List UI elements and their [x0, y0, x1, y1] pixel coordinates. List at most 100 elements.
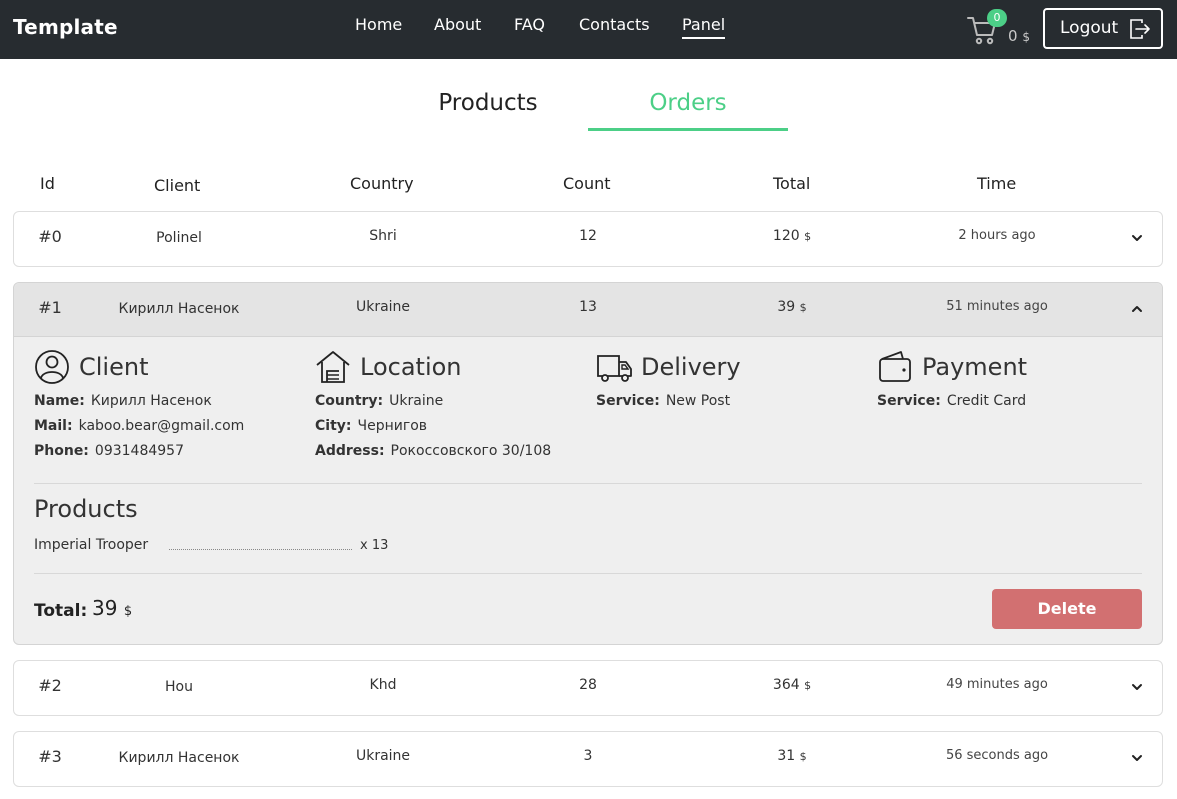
order-row-0: #0 Polinel Shri 12 120 $ 2 hours ago: [13, 211, 1163, 267]
products-section-title: Products: [34, 495, 138, 523]
client-mail-row: Mail: kaboo.bear@gmail.com: [34, 418, 244, 434]
order-row-toggle[interactable]: #2 Hou Khd 28 364 $ 49 minutes ago: [14, 661, 1162, 715]
divider: [34, 483, 1142, 484]
nav-panel[interactable]: Panel: [682, 15, 726, 39]
client-section-title: Client: [79, 353, 149, 381]
product-leader-dots: [169, 549, 352, 550]
order-total-currency: $: [804, 230, 812, 243]
order-country: Ukraine: [355, 748, 411, 764]
location-city-label: City:: [315, 418, 352, 434]
order-id: #3: [38, 747, 62, 766]
order-row-2: #2 Hou Khd 28 364 $ 49 minutes ago: [13, 660, 1163, 716]
order-row-toggle[interactable]: #3 Кирилл Насенок Ukraine 3 31 $ 56 seco…: [14, 732, 1162, 786]
delivery-service-label: Service:: [596, 393, 660, 409]
order-count: 13: [579, 299, 597, 315]
order-row-toggle[interactable]: #1 Кирилл Насенок Ukraine 13 39 $ 51 min…: [14, 283, 1162, 337]
order-row-toggle[interactable]: #0 Polinel Shri 12 120 $ 2 hours ago: [14, 212, 1162, 266]
client-name-value: Кирилл Насенок: [90, 393, 212, 409]
truck-icon: [597, 355, 632, 382]
top-navbar: Template Home About FAQ Contacts Panel 0…: [0, 0, 1177, 59]
nav-faq[interactable]: FAQ: [514, 15, 545, 35]
order-id: #1: [38, 298, 62, 317]
order-country: Khd: [369, 677, 397, 693]
product-quantity: x 13: [360, 538, 389, 553]
order-time: 2 hours ago: [958, 228, 1036, 243]
location-city-row: City: Чернигов: [315, 418, 427, 434]
order-total-currency: $: [799, 301, 807, 314]
payment-service-row: Service: Credit Card: [877, 393, 1026, 409]
location-country-row: Country: Ukraine: [315, 393, 443, 409]
delivery-service-row: Service: New Post: [596, 393, 730, 409]
chevron-up-icon[interactable]: [1131, 303, 1143, 315]
column-header-total: Total: [773, 174, 811, 193]
order-client: Кирилл Насенок: [118, 301, 240, 317]
cart-currency: $: [1022, 30, 1030, 44]
client-phone-value: 0931484957: [94, 443, 184, 459]
chevron-down-icon[interactable]: [1131, 752, 1143, 764]
location-section-header: Location: [315, 349, 462, 385]
product-name: Imperial Trooper: [34, 537, 149, 553]
order-time: 56 seconds ago: [945, 748, 1049, 763]
column-header-client: Client: [154, 176, 201, 195]
order-total-amount: 39 $: [92, 596, 132, 620]
order-row-1: #1 Кирилл Насенок Ukraine 13 39 $ 51 min…: [13, 282, 1163, 645]
order-total-value: 39: [777, 299, 796, 315]
payment-section-title: Payment: [922, 353, 1028, 381]
cart-total: 0 $: [1008, 27, 1030, 45]
order-count: 28: [579, 677, 597, 693]
order-total-value: 31: [777, 748, 796, 764]
location-address-label: Address:: [315, 443, 385, 459]
order-total: 364 $: [773, 677, 811, 693]
payment-section-header: Payment: [877, 349, 1027, 385]
order-total-amount-value: 39: [92, 596, 118, 620]
logout-icon: [1130, 19, 1150, 39]
delivery-service-value: New Post: [665, 393, 731, 409]
payment-service-value: Credit Card: [946, 393, 1027, 409]
order-id: #2: [38, 676, 62, 695]
wallet-icon: [879, 351, 911, 382]
client-name-row: Name: Кирилл Насенок: [34, 393, 212, 409]
tab-products[interactable]: Products: [388, 90, 588, 131]
order-country: Shri: [369, 228, 397, 244]
delivery-section-title: Delivery: [641, 353, 741, 381]
column-header-count: Count: [563, 174, 611, 193]
order-count: 3: [583, 748, 593, 764]
client-mail-label: Mail:: [34, 418, 73, 434]
cart-total-value: 0: [1008, 27, 1018, 45]
nav-contacts[interactable]: Contacts: [579, 15, 650, 35]
order-country: Ukraine: [355, 299, 411, 315]
user-icon: [35, 350, 69, 384]
order-total-label: Total:: [34, 601, 88, 621]
order-time: 51 minutes ago: [946, 299, 1048, 314]
client-mail-value: kaboo.bear@gmail.com: [78, 418, 245, 434]
order-count: 12: [579, 228, 597, 244]
order-client: Hou: [165, 679, 193, 695]
nav-home[interactable]: Home: [355, 15, 402, 35]
order-row-3: #3 Кирилл Насенок Ukraine 3 31 $ 56 seco…: [13, 731, 1163, 787]
location-section-title: Location: [360, 353, 462, 381]
client-phone-label: Phone:: [34, 443, 89, 459]
order-total-currency: $: [804, 679, 812, 692]
order-client: Кирилл Насенок: [118, 750, 240, 766]
location-country-value: Ukraine: [389, 393, 444, 409]
house-icon: [316, 351, 350, 383]
nav-about[interactable]: About: [434, 15, 481, 35]
column-header-country: Country: [350, 174, 414, 193]
order-id: #0: [38, 227, 62, 246]
location-address-row: Address: Рокоссовского 30/108: [315, 443, 551, 459]
location-city-value: Чернигов: [357, 418, 428, 434]
logout-button[interactable]: Logout: [1043, 8, 1163, 49]
column-header-time: Time: [977, 174, 1017, 193]
client-section-header: Client: [34, 349, 148, 385]
tab-orders[interactable]: Orders: [588, 90, 788, 131]
order-total: 39 $: [777, 299, 806, 315]
order-total-currency: $: [799, 750, 807, 763]
delivery-section-header: Delivery: [596, 349, 741, 385]
chevron-down-icon[interactable]: [1131, 681, 1143, 693]
location-address-value: Рокоссовского 30/108: [390, 443, 552, 459]
client-name-label: Name:: [34, 393, 85, 409]
divider: [34, 573, 1142, 574]
logout-label: Logout: [1060, 18, 1119, 38]
delete-order-button[interactable]: Delete: [992, 589, 1142, 629]
chevron-down-icon[interactable]: [1131, 232, 1143, 244]
